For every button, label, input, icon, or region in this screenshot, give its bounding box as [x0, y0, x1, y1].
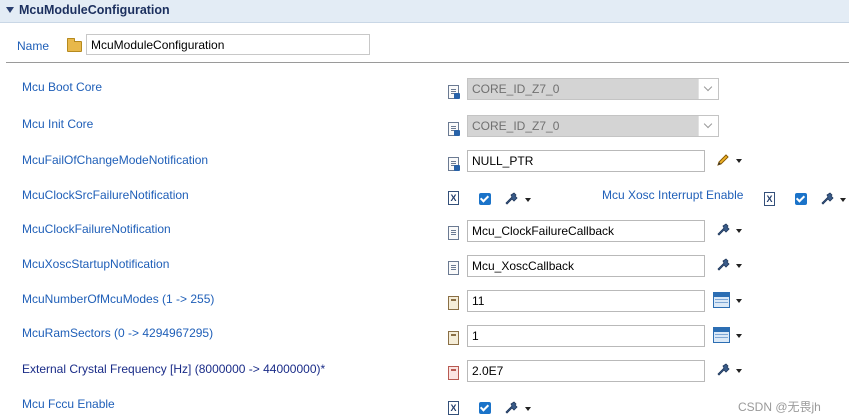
init-core-value: CORE_ID_Z7_0	[472, 119, 560, 133]
x-glyph-icon: X	[764, 192, 775, 206]
chevron-down-icon[interactable]	[698, 79, 718, 99]
boot-core-value: CORE_ID_Z7_0	[472, 82, 560, 96]
name-label: Name	[17, 39, 50, 53]
dropdown-arrow-icon[interactable]	[736, 369, 742, 373]
name-field[interactable]: McuModuleConfiguration	[86, 34, 370, 55]
dropdown-arrow-icon[interactable]	[525, 407, 531, 411]
fccu-enable-checkbox[interactable]	[479, 402, 491, 414]
init-core-label: Mcu Init Core	[22, 117, 94, 131]
chevron-down-icon[interactable]	[698, 116, 718, 136]
clock-failure-field[interactable]: Mcu_ClockFailureCallback	[467, 220, 705, 242]
number-icon	[448, 296, 459, 310]
wrench-icon[interactable]	[819, 191, 835, 207]
default-badge-icon	[454, 165, 460, 171]
ram-sectors-field[interactable]: 1	[467, 325, 705, 347]
float-number-icon	[448, 366, 459, 380]
dropdown-arrow-icon[interactable]	[736, 334, 742, 338]
wrench-icon[interactable]	[715, 362, 731, 378]
collapse-triangle-icon[interactable]	[6, 7, 14, 13]
wrench-icon[interactable]	[715, 222, 731, 238]
calculator-icon[interactable]	[713, 327, 730, 343]
wrench-icon[interactable]	[715, 257, 731, 273]
init-core-combo[interactable]: CORE_ID_Z7_0	[467, 115, 719, 137]
fail-change-mode-field[interactable]: NULL_PTR	[467, 150, 705, 172]
x-glyph-icon: X	[448, 191, 459, 205]
dropdown-arrow-icon[interactable]	[736, 229, 742, 233]
section-header[interactable]: McuModuleConfiguration	[0, 0, 849, 23]
section-title: McuModuleConfiguration	[19, 3, 170, 17]
dropdown-arrow-icon[interactable]	[525, 198, 531, 202]
xosc-startup-field[interactable]: Mcu_XoscCallback	[467, 255, 705, 277]
watermark: CSDN @无畏jh	[738, 400, 821, 414]
boot-core-combo[interactable]: CORE_ID_Z7_0	[467, 78, 719, 100]
x-glyph-icon: X	[448, 401, 459, 415]
default-badge-icon	[454, 130, 460, 136]
document-icon	[448, 226, 459, 240]
dropdown-arrow-icon[interactable]	[840, 198, 846, 202]
dropdown-arrow-icon[interactable]	[736, 264, 742, 268]
num-modes-label: McuNumberOfMcuModes (1 -> 255)	[22, 292, 215, 306]
fccu-enable-label: Mcu Fccu Enable	[22, 397, 115, 411]
wrench-icon[interactable]	[503, 400, 519, 416]
fail-change-mode-label: McuFailOfChangeModeNotification	[22, 153, 209, 167]
default-badge-icon	[454, 93, 460, 99]
dropdown-arrow-icon[interactable]	[736, 299, 742, 303]
clock-src-failure-label: McuClockSrcFailureNotification	[22, 188, 189, 202]
xosc-interrupt-label: Mcu Xosc Interrupt Enable	[602, 188, 744, 202]
document-icon	[448, 261, 459, 275]
wrench-icon[interactable]	[503, 191, 519, 207]
xosc-startup-label: McuXoscStartupNotification	[22, 257, 170, 271]
folder-icon[interactable]	[67, 38, 82, 52]
boot-core-label: Mcu Boot Core	[22, 80, 103, 94]
calculator-icon[interactable]	[713, 292, 730, 308]
divider	[6, 62, 849, 63]
clock-failure-label: McuClockFailureNotification	[22, 222, 171, 236]
number-icon	[448, 331, 459, 345]
crystal-freq-field[interactable]: 2.0E7	[467, 360, 705, 382]
xosc-interrupt-checkbox[interactable]	[795, 193, 807, 205]
dropdown-arrow-icon[interactable]	[736, 159, 742, 163]
num-modes-field[interactable]: 11	[467, 290, 705, 312]
clock-src-failure-checkbox[interactable]	[479, 193, 491, 205]
crystal-freq-label: External Crystal Frequency [Hz] (8000000…	[22, 362, 326, 376]
pencil-icon[interactable]	[715, 152, 731, 168]
ram-sectors-label: McuRamSectors (0 -> 4294967295)	[22, 326, 214, 340]
